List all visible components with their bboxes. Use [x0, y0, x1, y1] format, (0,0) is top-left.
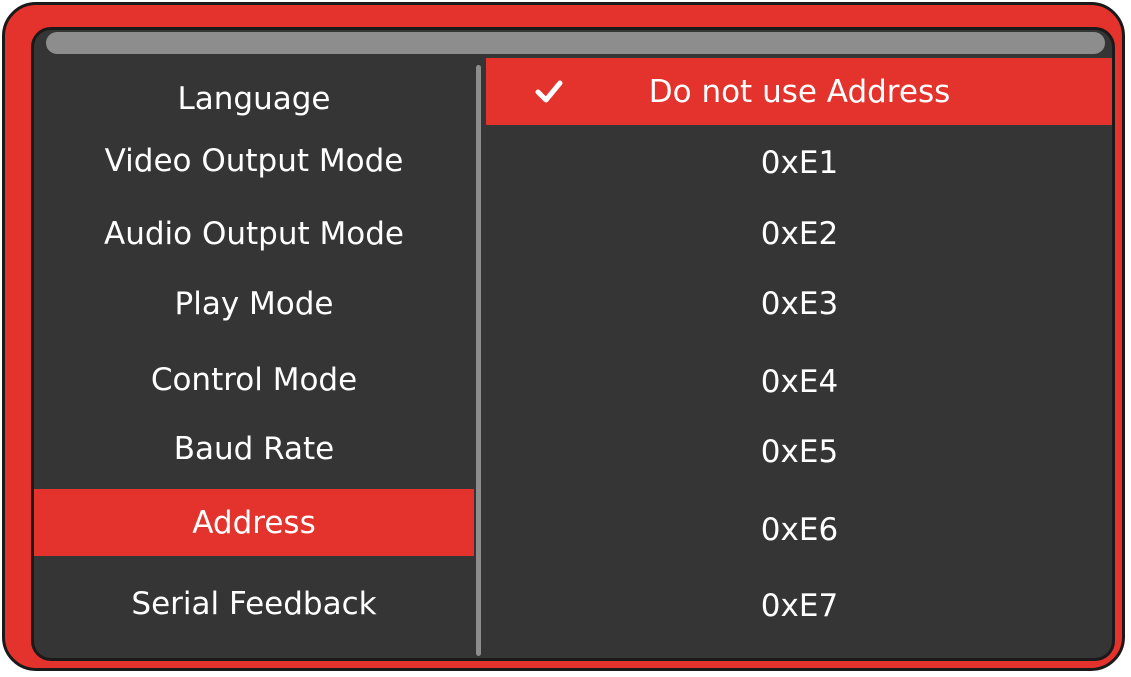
menu-item-label: Control Mode [150, 361, 358, 398]
option-0xe4[interactable]: 0xE4 [486, 348, 1112, 415]
settings-screen: Language Video Output Mode Audio Output … [31, 27, 1115, 661]
menu-item-baud-rate[interactable]: Baud Rate [34, 415, 474, 482]
menu-item-audio-output-mode[interactable]: Audio Output Mode [34, 200, 474, 267]
menu-item-label: Language [177, 80, 331, 117]
option-label: 0xE6 [760, 511, 839, 548]
menu-item-label: Play Mode [174, 285, 334, 322]
option-0xe6[interactable]: 0xE6 [486, 496, 1112, 563]
option-0xe3[interactable]: 0xE3 [486, 270, 1112, 337]
menu-item-label: Baud Rate [173, 430, 335, 467]
menu-item-language[interactable]: Language [34, 65, 474, 132]
check-icon [535, 80, 563, 103]
menu-item-label: Video Output Mode [104, 142, 404, 179]
scrollbar[interactable] [476, 65, 481, 656]
menu-item-label: Serial Feedback [131, 585, 377, 622]
option-label: 0xE7 [760, 587, 839, 624]
menu-item-video-output-mode[interactable]: Video Output Mode [34, 127, 474, 194]
option-label: 0xE4 [760, 363, 839, 400]
menu-item-serial-feedback[interactable]: Serial Feedback [34, 570, 474, 637]
option-label: 0xE2 [760, 215, 839, 252]
device-frame: Language Video Output Mode Audio Output … [2, 2, 1125, 671]
option-do-not-use-address[interactable]: Do not use Address [486, 58, 1112, 125]
menu-item-label: Address [192, 504, 316, 541]
option-0xe2[interactable]: 0xE2 [486, 200, 1112, 267]
menu-item-control-mode[interactable]: Control Mode [34, 346, 474, 413]
option-label: Do not use Address [648, 73, 951, 110]
option-0xe5[interactable]: 0xE5 [486, 418, 1112, 485]
title-bar [46, 32, 1105, 54]
option-label: 0xE3 [760, 285, 839, 322]
option-label: 0xE1 [760, 144, 839, 181]
option-0xe7[interactable]: 0xE7 [486, 572, 1112, 639]
menu-item-label: Audio Output Mode [104, 215, 404, 252]
option-0xe1[interactable]: 0xE1 [486, 129, 1112, 196]
option-label: 0xE5 [760, 433, 839, 470]
menu-item-address[interactable]: Address [34, 489, 474, 556]
menu-item-play-mode[interactable]: Play Mode [34, 270, 474, 337]
